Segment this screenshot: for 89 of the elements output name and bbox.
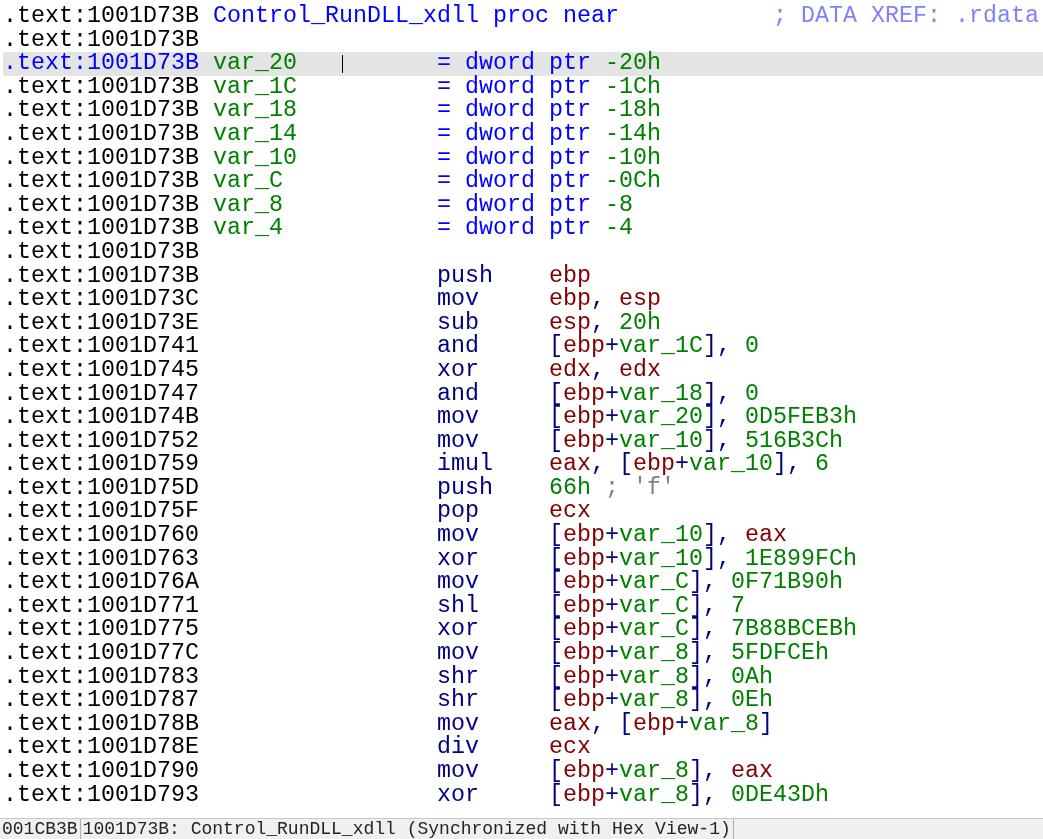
- address-text[interactable]: .text:1001D78B: [3, 712, 213, 737]
- mnemonic-text: push: [436, 476, 494, 501]
- operand-text: [ebp+var_8], 0Eh: [548, 689, 773, 713]
- address-text[interactable]: .text:1001D760: [3, 524, 213, 548]
- variable-definition: = dword ptr -20h: [436, 52, 661, 76]
- address-text[interactable]: .text:1001D73B: [3, 170, 213, 194]
- address-text[interactable]: .text:1001D775: [3, 618, 213, 643]
- mnemonic-text: pop: [436, 500, 479, 525]
- operand-text: [ebp+var_8], eax: [548, 760, 773, 784]
- operand-text: [ebp+var_20], 0D5FEB3h: [548, 406, 857, 430]
- address-text[interactable]: .text:1001D75D: [3, 476, 213, 501]
- mnemonic-text: xor: [436, 618, 480, 643]
- mnemonic-text: xor: [436, 783, 480, 808]
- operand-text: esp, 20h: [548, 311, 661, 336]
- address-text[interactable]: .text:1001D741: [3, 335, 213, 359]
- mnemonic-text: imul: [436, 453, 494, 477]
- operand-text: 66h ; 'f': [548, 476, 675, 501]
- address-text[interactable]: .text:1001D790: [3, 760, 213, 784]
- mnemonic-text: and: [436, 335, 480, 359]
- text-cursor: [341, 55, 343, 74]
- mnemonic-text: mov: [436, 642, 480, 666]
- mnemonic-text: push: [436, 264, 494, 289]
- operand-text: [ebp+var_10], eax: [548, 524, 787, 548]
- mnemonic-text: xor: [436, 358, 480, 383]
- mnemonic-text: mov: [436, 571, 480, 595]
- operand-text: ebp: [548, 264, 591, 289]
- address-text[interactable]: .text:1001D73B: [3, 99, 213, 123]
- address-text[interactable]: .text:1001D77C: [3, 642, 213, 666]
- operand-text: eax, [ebp+var_10], 6: [548, 453, 829, 477]
- operand-text: [ebp+var_1C], 0: [548, 335, 759, 359]
- variable-name[interactable]: var_18: [213, 99, 437, 123]
- operand-text: [ebp+var_8], 0DE43Dh: [548, 783, 829, 808]
- address-text[interactable]: .text:1001D73B: [3, 28, 213, 53]
- operand-text: eax, [ebp+var_8]: [548, 712, 773, 737]
- address-text[interactable]: .text:1001D73B: [3, 5, 213, 29]
- address-text[interactable]: .text:1001D759: [3, 453, 213, 477]
- operand-text: ecx: [548, 736, 591, 760]
- variable-name[interactable]: var_4: [213, 217, 437, 241]
- variable-name[interactable]: var_8: [213, 193, 437, 218]
- address-text[interactable]: .text:1001D73C: [3, 288, 213, 312]
- mnemonic-text: mov: [436, 406, 480, 430]
- address-text[interactable]: .text:1001D73B: [3, 240, 213, 265]
- address-text[interactable]: .text:1001D783: [3, 665, 213, 690]
- address-text[interactable]: .text:1001D75F: [3, 500, 213, 525]
- address-text[interactable]: .text:1001D73B: [3, 146, 213, 171]
- mnemonic-text: xor: [436, 547, 480, 572]
- mnemonic-text: mov: [436, 524, 480, 548]
- address-text[interactable]: .text:1001D747: [3, 382, 213, 407]
- operand-text: edx, edx: [548, 358, 661, 383]
- variable-definition: = dword ptr -14h: [436, 122, 661, 147]
- mnemonic-text: mov: [436, 288, 479, 312]
- address-text[interactable]: .text:1001D73B: [3, 193, 213, 218]
- operand-text: [ebp+var_C], 0F71B90h: [548, 571, 843, 595]
- status-location: 1001D73B: Control_RunDLL_xdll (Synchronized with Hex View-1): [80, 819, 734, 839]
- address-text[interactable]: .text:1001D771: [3, 594, 213, 619]
- mnemonic-text: and: [436, 382, 480, 407]
- address-text[interactable]: .text:1001D787: [3, 689, 213, 713]
- address-text[interactable]: .text:1001D745: [3, 358, 213, 383]
- address-text[interactable]: .text:1001D78E: [3, 736, 213, 760]
- mnemonic-text: mov: [436, 760, 480, 784]
- operand-text: [ebp+var_C], 7: [548, 594, 745, 619]
- operand-text: [ebp+var_8], 5FDFCEh: [548, 642, 829, 666]
- address-text[interactable]: .text:1001D73E: [3, 311, 213, 336]
- variable-name[interactable]: var_14: [213, 122, 437, 147]
- status-offset: 001CB3B: [2, 819, 78, 839]
- address-text[interactable]: .text:1001D73B: [3, 264, 213, 289]
- variable-name[interactable]: var_20: [213, 52, 437, 76]
- address-text[interactable]: .text:1001D73B: [3, 217, 213, 241]
- mnemonic-text: div: [436, 736, 480, 760]
- variable-name[interactable]: var_10: [213, 146, 437, 171]
- variable-name[interactable]: var_C: [213, 170, 437, 194]
- mnemonic-text: shl: [436, 594, 480, 619]
- address-text[interactable]: .text:1001D752: [3, 429, 213, 454]
- address-text[interactable]: .text:1001D73B: [3, 75, 213, 100]
- address-text[interactable]: .text:1001D73B: [3, 52, 213, 76]
- address-text[interactable]: .text:1001D74B: [3, 406, 213, 430]
- address-text[interactable]: .text:1001D73B: [3, 122, 213, 147]
- mnemonic-text: shr: [436, 689, 480, 713]
- variable-definition: = dword ptr -18h: [436, 99, 661, 123]
- variable-definition: = dword ptr -4: [436, 217, 633, 241]
- variable-name[interactable]: var_1C: [213, 75, 437, 100]
- selected-line-highlight[interactable]: .text:1001D73B var_20 = dword ptr -20h: [3, 52, 1043, 76]
- address-text[interactable]: .text:1001D793: [3, 783, 213, 808]
- address-text[interactable]: .text:1001D763: [3, 547, 213, 572]
- address-text[interactable]: .text:1001D76A: [3, 571, 213, 595]
- operand-text: ebp, esp: [548, 288, 661, 312]
- procedure-declaration[interactable]: Control_RunDLL_xdll proc near: [213, 5, 773, 29]
- operand-text: [ebp+var_18], 0: [548, 382, 759, 407]
- variable-definition: = dword ptr -0Ch: [436, 170, 661, 194]
